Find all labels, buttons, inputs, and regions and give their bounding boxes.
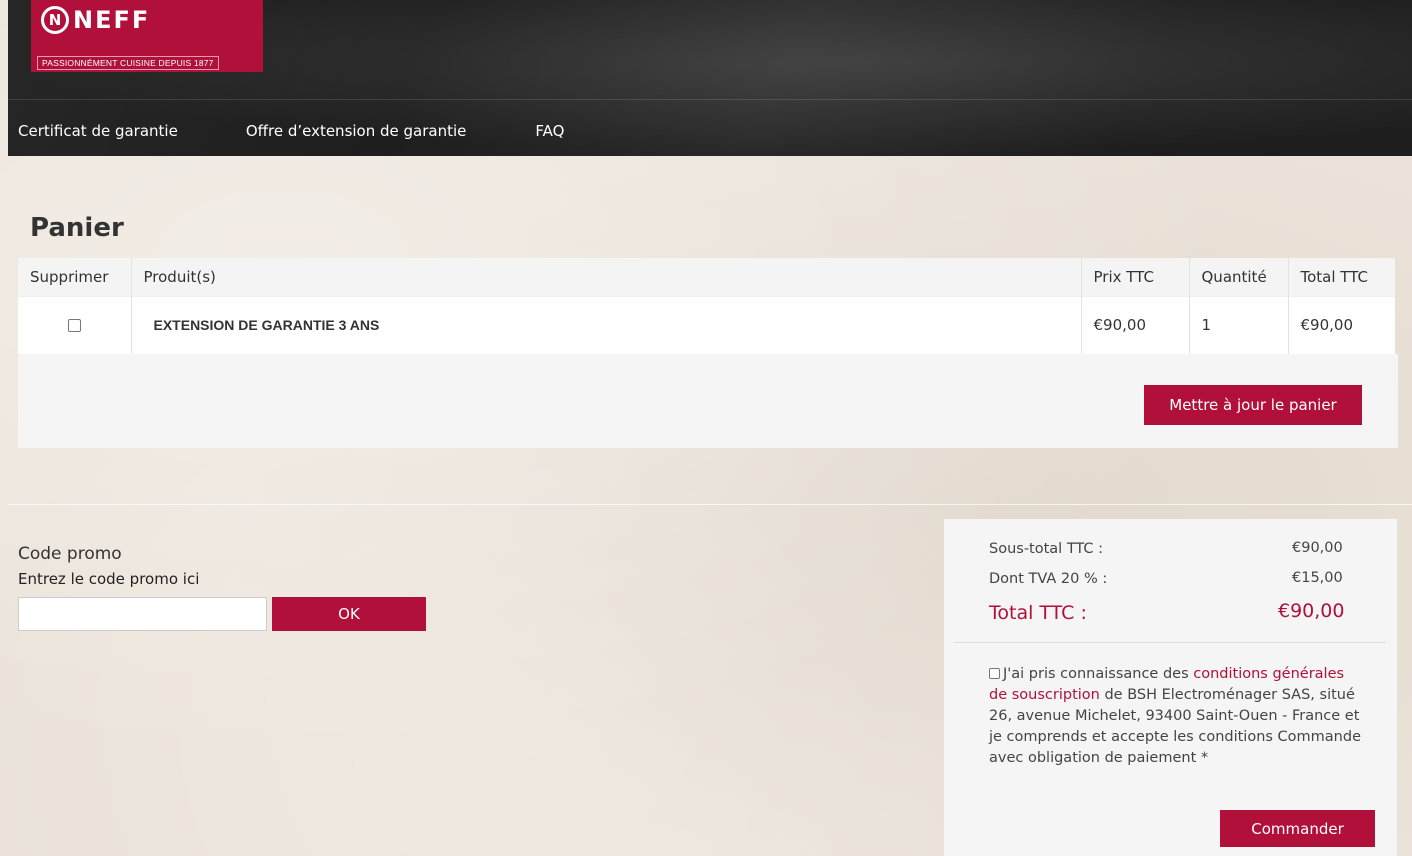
section-divider <box>8 504 1412 505</box>
promo-ok-button[interactable]: OK <box>272 597 426 631</box>
subtotal-label: Sous-total TTC : <box>989 541 1104 557</box>
order-button[interactable]: Commander <box>1220 810 1375 847</box>
table-row: EXTENSION DE GARANTIE 3 ANS €90,00 1 €90… <box>18 295 1395 354</box>
promo-code-input[interactable] <box>18 597 267 631</box>
terms-checkbox[interactable] <box>989 668 1000 679</box>
total-value: €90,00 <box>1278 600 1345 622</box>
column-header-price: Prix TTC <box>1081 258 1190 296</box>
nav-item-certificat[interactable]: Certificat de garantie <box>18 122 178 140</box>
delete-checkbox[interactable] <box>67 319 81 333</box>
product-name: EXTENSION DE GARANTIE 3 ANS <box>131 295 1082 354</box>
cart-table: Supprimer Produit(s) Prix TTC Quantité T… <box>18 258 1395 354</box>
subtotal-value: €90,00 <box>1292 540 1343 556</box>
total-label: Total TTC : <box>989 602 1087 624</box>
site-header: N NEFF PASSIONNÉMENT CUISINE DEPUIS 1877… <box>8 0 1412 156</box>
cart-table-header: Supprimer Produit(s) Prix TTC Quantité T… <box>18 258 1395 296</box>
promo-subtitle: Entrez le code promo ici <box>18 570 200 588</box>
terms-agreement: J'ai pris connaissance des conditions gé… <box>989 664 1361 769</box>
product-quantity[interactable]: 1 <box>1189 295 1289 354</box>
product-total: €90,00 <box>1288 295 1395 354</box>
logo-wordmark: NEFF <box>73 6 151 34</box>
logo-n-icon: N <box>41 6 69 34</box>
update-cart-button[interactable]: Mettre à jour le panier <box>1144 385 1362 425</box>
page-title: Panier <box>30 213 124 243</box>
nav-item-faq[interactable]: FAQ <box>535 122 564 140</box>
column-header-total: Total TTC <box>1288 258 1395 296</box>
column-header-delete: Supprimer <box>18 258 132 296</box>
logo-tagline: PASSIONNÉMENT CUISINE DEPUIS 1877 <box>37 56 219 70</box>
vat-label: Dont TVA 20 % : <box>989 571 1108 587</box>
logo-mark: N NEFF <box>41 6 150 34</box>
neff-logo[interactable]: N NEFF PASSIONNÉMENT CUISINE DEPUIS 1877 <box>31 0 263 72</box>
vat-value: €15,00 <box>1292 570 1343 586</box>
product-price: €90,00 <box>1081 295 1190 354</box>
delete-cell <box>18 295 132 354</box>
column-header-product: Produit(s) <box>131 258 1082 296</box>
main-nav: Certificat de garantie Offre d’extension… <box>18 122 564 140</box>
promo-title: Code promo <box>18 544 122 564</box>
nav-item-extension[interactable]: Offre d’extension de garantie <box>246 122 467 140</box>
column-header-quantity: Quantité <box>1189 258 1289 296</box>
summary-divider <box>954 642 1386 643</box>
terms-prefix: J'ai pris connaissance des <box>1003 666 1194 682</box>
header-divider <box>8 99 1412 100</box>
